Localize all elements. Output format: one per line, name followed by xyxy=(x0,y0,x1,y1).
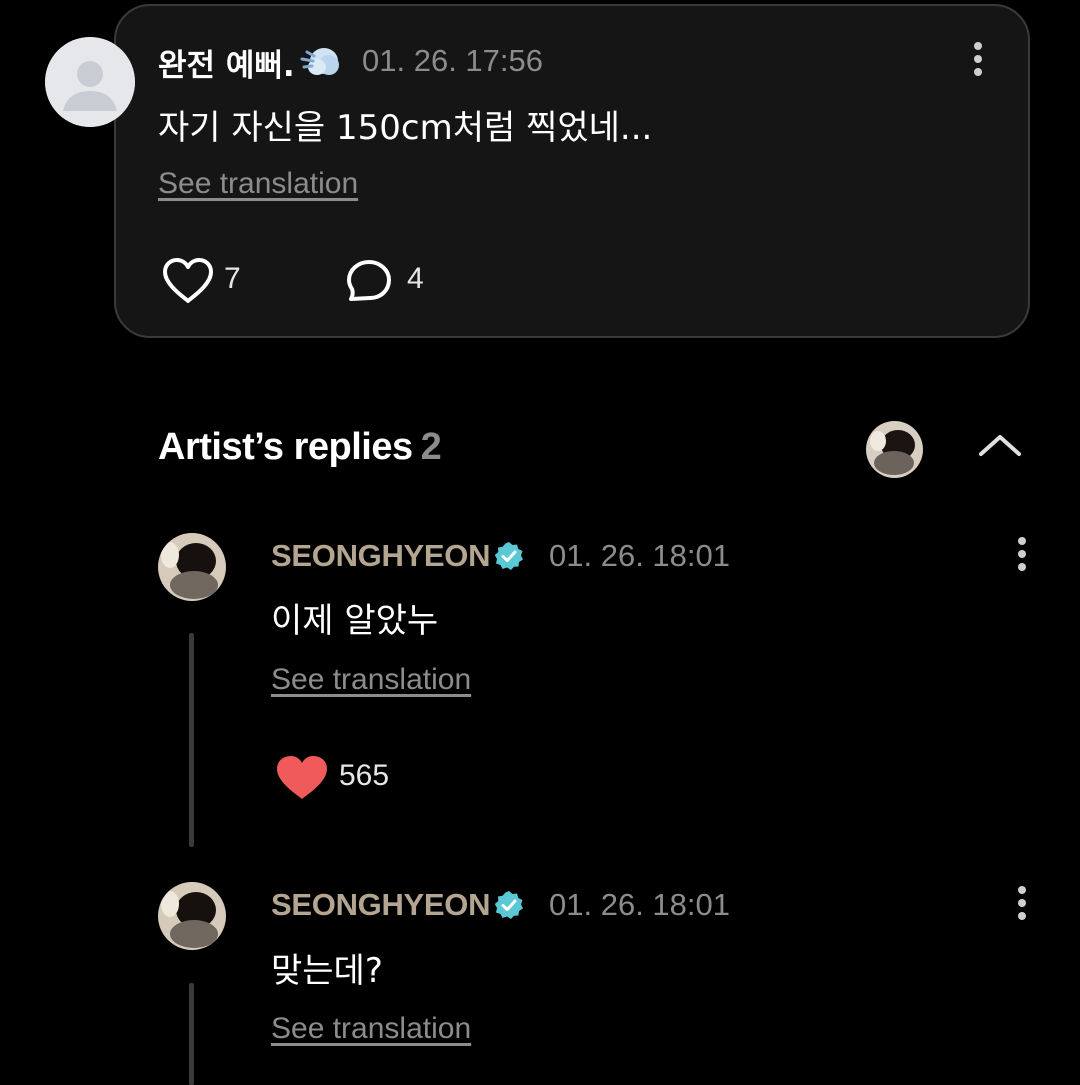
more-options-icon[interactable] xyxy=(1010,884,1034,924)
default-avatar[interactable] xyxy=(45,37,135,127)
reply-avatar[interactable] xyxy=(158,882,226,950)
person-icon xyxy=(45,37,135,127)
like-count: 7 xyxy=(224,262,241,295)
see-translation-link[interactable]: See translation xyxy=(158,167,358,201)
reply-text: 이제 알았누 xyxy=(271,601,439,641)
artist-replies-title: Artist’s replies xyxy=(158,426,413,468)
comment-username[interactable]: 완전 예뻐. xyxy=(158,40,295,85)
reply-avatar[interactable] xyxy=(158,533,226,601)
puff-cloud-emoji-icon xyxy=(300,48,339,75)
verified-badge-icon xyxy=(494,891,523,919)
artist-photo xyxy=(866,421,923,478)
heart-outline-icon[interactable] xyxy=(161,257,215,305)
artist-name[interactable]: SEONGHYEON xyxy=(271,887,491,923)
reply-timestamp: 01. 26. 18:01 xyxy=(549,887,730,922)
thread-line xyxy=(189,983,194,1085)
reply-text: 맞는데? xyxy=(271,951,383,991)
reply-timestamp: 01. 26. 18:01 xyxy=(549,538,730,573)
heart-filled-icon[interactable] xyxy=(275,754,329,802)
chevron-up-icon[interactable] xyxy=(977,432,1023,458)
thread-line xyxy=(189,633,194,847)
comment-timestamp: 01. 26. 17:56 xyxy=(362,43,543,78)
artist-avatar-small[interactable] xyxy=(866,421,923,478)
verified-badge-icon xyxy=(494,542,523,570)
more-options-icon[interactable] xyxy=(1010,535,1034,575)
artist-photo xyxy=(158,533,226,601)
more-options-icon[interactable] xyxy=(966,40,990,80)
see-translation-link[interactable]: See translation xyxy=(271,1012,471,1046)
artist-replies-header: Artist’s replies 2 xyxy=(158,426,442,469)
artist-photo xyxy=(158,882,226,950)
see-translation-link[interactable]: See translation xyxy=(271,663,471,697)
reply-count: 4 xyxy=(407,262,424,295)
comment-text: 자기 자신을 150cm처럼 찍었네... xyxy=(158,108,653,148)
comment-bubble-icon[interactable] xyxy=(345,258,393,304)
like-count: 565 xyxy=(339,759,390,792)
artist-name[interactable]: SEONGHYEON xyxy=(271,538,491,574)
artist-replies-count: 2 xyxy=(420,426,442,468)
